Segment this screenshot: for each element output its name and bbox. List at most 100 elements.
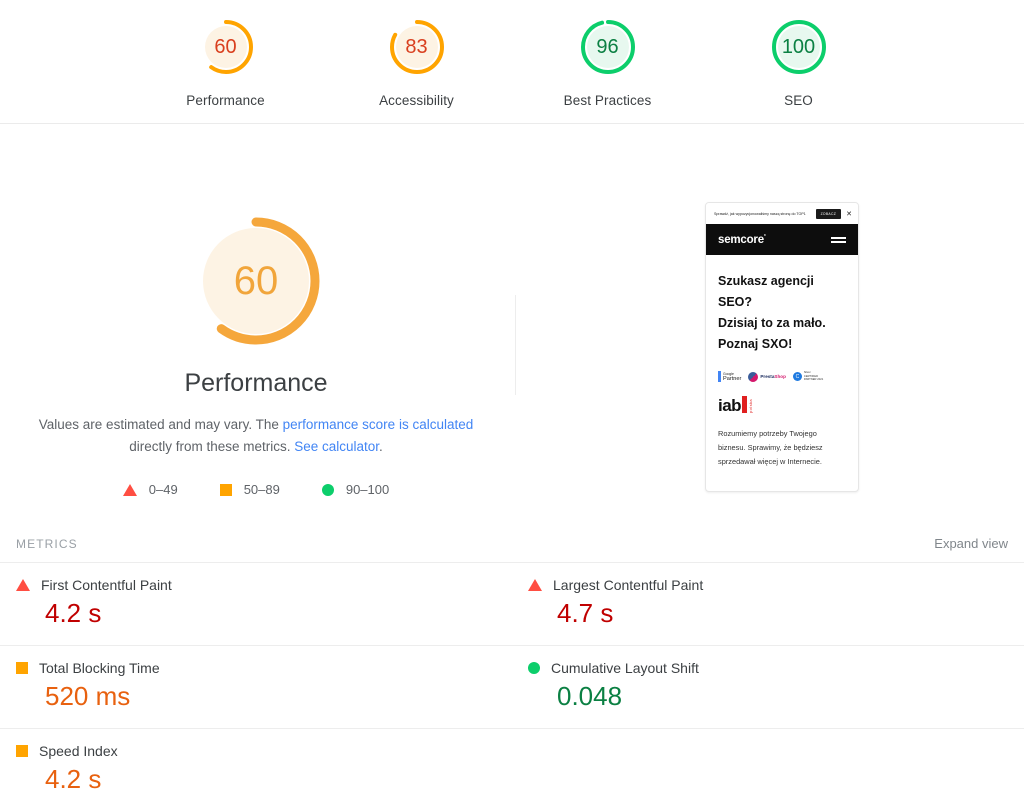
iab-side-text: polska xyxy=(748,399,754,413)
certified-partner-badge-icon: C xyxy=(792,372,802,381)
metric-name: Cumulative Layout Shift xyxy=(551,659,699,676)
google-partner-text: Google Partner xyxy=(723,372,741,381)
metrics-grid: First Contentful Paint 4.2 s Largest Con… xyxy=(0,562,1024,800)
iab-bar-icon xyxy=(742,396,748,413)
iab-polska-logo: iab polska xyxy=(706,382,858,415)
lighthouse-report: 60 Performance 83 Accessibility 96 Best … xyxy=(0,0,1024,800)
legend-label-average: 50–89 xyxy=(243,482,280,497)
prestashop-text: PrestaShop xyxy=(760,374,786,379)
metric-value: 4.2 s xyxy=(45,598,102,628)
prestashop-logo: PrestaShop xyxy=(748,371,786,382)
metric-name: Speed Index xyxy=(39,742,118,759)
see-calculator-link[interactable]: See calculator xyxy=(294,439,379,454)
thumbnail-banner-text: Sprawdź, jak wypozycjonowaliśmy naszą st… xyxy=(714,211,806,216)
metric-cumulative-layout-shift[interactable]: Cumulative Layout Shift 0.048 xyxy=(512,644,1024,728)
performance-big-gauge: 60 xyxy=(190,215,322,347)
expand-view-button[interactable]: Expand view xyxy=(934,536,1008,551)
thumbnail-partner-logos: Google Partner PrestaShop C Silver CERTI… xyxy=(706,355,858,382)
circle-pass-icon xyxy=(321,483,334,496)
thumbnail-navbar: semcore° xyxy=(706,224,858,255)
google-partner-main: Partner xyxy=(723,375,742,382)
metric-name: First Contentful Paint xyxy=(41,577,172,593)
iab-logo-text: iab xyxy=(718,395,742,415)
metric-name: Largest Contentful Paint xyxy=(553,577,704,593)
gauge-value-seo: 100 xyxy=(781,36,816,58)
metric-value: 0.048 xyxy=(557,680,623,711)
gauge-performance: 60 xyxy=(196,17,256,77)
metric-name: Total Blocking Time xyxy=(39,659,160,676)
prestashop-part-1: Presta xyxy=(760,374,775,379)
legend-label-pass: 90–100 xyxy=(345,482,390,497)
thumbnail-heading: Szukasz agencji SEO? Dzisiaj to za mało.… xyxy=(706,255,858,355)
desc-text-1: Values are estimated and may vary. The xyxy=(38,417,283,432)
certified-line-1: Silver xyxy=(803,371,811,375)
square-average-icon xyxy=(16,661,28,674)
performance-detail-block: 60 Performance Values are estimated and … xyxy=(0,215,512,497)
thumbnail-heading-line-3: Dzisiaj to za mało. xyxy=(718,316,826,330)
metric-total-blocking-time[interactable]: Total Blocking Time 520 ms xyxy=(0,644,512,728)
score-item-best-practices[interactable]: 96 Best Practices xyxy=(543,17,673,108)
thumbnail-banner-button: ZOBACZ xyxy=(815,209,842,219)
square-average-icon xyxy=(16,744,28,757)
gauge-value-best-practices: 96 xyxy=(596,36,619,58)
hamburger-menu-icon xyxy=(831,236,846,243)
header-divider xyxy=(0,123,1024,124)
metric-largest-contentful-paint[interactable]: Largest Contentful Paint 4.7 s xyxy=(512,562,1024,645)
prestashop-circle-icon xyxy=(748,371,759,382)
thumbnail-body-text: Rozumiemy potrzeby Twojego biznesu. Spra… xyxy=(718,429,823,466)
thumbnail-heading-line-4: Poznaj SXO! xyxy=(718,337,793,351)
legend-label-fail: 0–49 xyxy=(148,482,178,497)
triangle-fail-icon xyxy=(122,483,137,496)
legend-item-fail: 0–49 xyxy=(122,482,178,497)
triangle-fail-icon xyxy=(16,579,30,591)
metric-empty-slot xyxy=(512,727,1024,800)
score-item-seo[interactable]: 100 SEO xyxy=(734,17,864,108)
triangle-fail-icon xyxy=(528,579,542,591)
metrics-header: METRICS Expand view xyxy=(0,536,1024,551)
certified-partner-text: Silver CERTIFIED PARTNER 2021 xyxy=(804,371,823,382)
legend-item-average: 50–89 xyxy=(219,482,280,497)
score-label-seo: SEO xyxy=(784,93,813,108)
metric-first-contentful-paint[interactable]: First Contentful Paint 4.2 s xyxy=(0,562,512,645)
google-partner-bar-icon xyxy=(718,371,721,382)
metric-speed-index[interactable]: Speed Index 4.2 s xyxy=(0,727,512,800)
score-item-performance[interactable]: 60 Performance xyxy=(161,17,291,108)
performance-score-link[interactable]: performance score is calculated xyxy=(283,417,474,432)
metrics-title: METRICS xyxy=(16,537,78,551)
certified-line-3: PARTNER 2021 xyxy=(803,378,824,382)
circle-pass-icon xyxy=(528,661,540,674)
google-partner-logo: Google Partner xyxy=(718,371,741,382)
thumbnail-logo-text: semcore xyxy=(718,233,764,246)
thumbnail-heading-line-1: Szukasz agencji xyxy=(718,274,814,288)
score-label-best-practices: Best Practices xyxy=(563,93,652,108)
gauge-accessibility: 83 xyxy=(387,17,447,77)
gauge-value-performance: 60 xyxy=(214,36,237,58)
thumbnail-heading-line-2: SEO? xyxy=(718,295,753,309)
score-label-performance: Performance xyxy=(186,93,265,108)
performance-description: Values are estimated and may vary. The p… xyxy=(0,414,512,458)
metric-value: 4.2 s xyxy=(45,763,102,794)
desc-text-2: directly from these metrics. xyxy=(129,439,295,454)
certified-partner-logo: C Silver CERTIFIED PARTNER 2021 xyxy=(792,371,823,382)
legend-item-pass: 90–100 xyxy=(321,482,390,497)
gauge-seo: 100 xyxy=(769,17,829,77)
score-summary-strip: 60 Performance 83 Accessibility 96 Best … xyxy=(0,0,1024,108)
metric-value: 520 ms xyxy=(45,680,131,711)
desc-text-3: . xyxy=(379,439,383,454)
thumbnail-logo: semcore° xyxy=(718,234,766,246)
close-icon: ✕ xyxy=(846,210,852,218)
gauge-best-practices: 96 xyxy=(578,17,638,77)
gauge-value-accessibility: 83 xyxy=(405,36,428,58)
performance-title: Performance xyxy=(184,369,328,397)
section-vertical-divider xyxy=(515,295,516,395)
score-label-accessibility: Accessibility xyxy=(379,93,454,108)
metric-value: 4.7 s xyxy=(557,598,614,628)
thumbnail-promo-banner: Sprawdź, jak wypozycjonowaliśmy naszą st… xyxy=(706,203,858,224)
page-screenshot-thumbnail[interactable]: Sprawdź, jak wypozycjonowaliśmy naszą st… xyxy=(705,202,859,492)
score-item-accessibility[interactable]: 83 Accessibility xyxy=(352,17,482,108)
prestashop-part-2: Shop xyxy=(774,374,786,379)
performance-big-gauge-value: 60 xyxy=(233,259,279,303)
square-average-icon xyxy=(219,483,232,496)
thumbnail-logo-mark: ° xyxy=(763,233,766,240)
score-legend: 0–49 50–89 90–100 xyxy=(0,482,512,497)
